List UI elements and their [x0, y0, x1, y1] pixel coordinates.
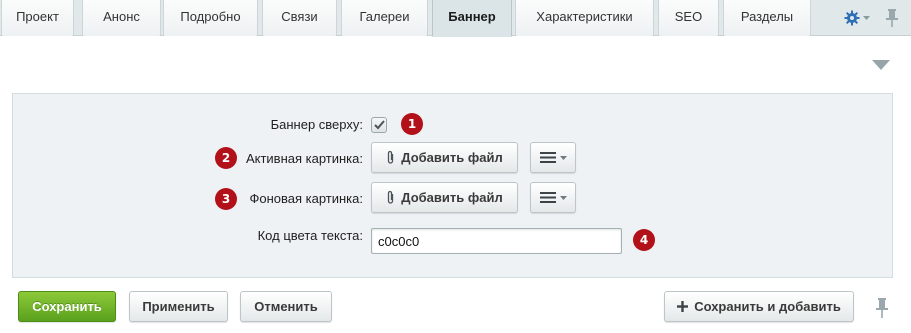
save-and-add-button[interactable]: Сохранить и добавить	[664, 291, 854, 322]
chevron-down-icon	[863, 16, 870, 20]
chevron-down-icon	[559, 155, 567, 160]
text-color-label: Код цвета текста:	[257, 228, 363, 243]
background-image-label: Фоновая картинка:	[249, 191, 363, 206]
checkmark-icon	[373, 120, 385, 130]
pin-icon[interactable]	[874, 297, 890, 319]
chevron-down-icon	[559, 195, 567, 200]
tab-banner[interactable]: Баннер	[432, 0, 512, 37]
menu-icon	[539, 152, 556, 163]
banner-top-label: Баннер сверху:	[270, 117, 363, 132]
text-color-input[interactable]	[371, 228, 622, 254]
paperclip-icon	[388, 190, 394, 204]
tab-characteristics[interactable]: Характеристики	[515, 0, 654, 36]
tab-announce[interactable]: Анонс	[82, 0, 161, 36]
hint-badge-4: 4	[633, 229, 655, 251]
banner-top-checkbox[interactable]	[371, 117, 387, 133]
cancel-button[interactable]: Отменить	[240, 291, 332, 322]
paperclip-icon	[388, 150, 394, 164]
collapse-triangle-icon[interactable]	[872, 60, 890, 70]
apply-button[interactable]: Применить	[129, 291, 228, 322]
save-button[interactable]: Сохранить	[18, 291, 116, 322]
tab-seo[interactable]: SEO	[658, 0, 719, 36]
tab-galleries[interactable]: Галереи	[341, 0, 428, 36]
apply-button-label: Применить	[142, 299, 215, 314]
active-image-add-file-label: Добавить файл	[401, 150, 503, 165]
tabs-bar: Проект Анонс Подробно Связи Галереи Банн…	[0, 0, 911, 37]
hint-badge-1: 1	[401, 113, 423, 135]
active-image-label: Активная картинка:	[245, 151, 363, 166]
save-button-label: Сохранить	[32, 299, 102, 314]
active-image-menu-button[interactable]	[530, 142, 576, 173]
tab-settings-button[interactable]	[839, 6, 875, 30]
background-image-add-file-button[interactable]: Добавить файл	[371, 182, 518, 213]
hint-badge-2: 2	[215, 147, 237, 169]
tab-details[interactable]: Подробно	[163, 0, 258, 36]
hint-badge-3: 3	[215, 188, 237, 210]
tab-sections[interactable]: Разделы	[723, 0, 811, 36]
cancel-button-label: Отменить	[254, 299, 318, 314]
gear-icon	[844, 10, 860, 26]
save-and-add-button-label: Сохранить и добавить	[694, 299, 841, 314]
pin-icon[interactable]	[884, 8, 900, 28]
tab-links[interactable]: Связи	[262, 0, 337, 36]
tab-project[interactable]: Проект	[1, 0, 74, 36]
menu-icon	[539, 192, 556, 203]
background-image-add-file-label: Добавить файл	[401, 190, 503, 205]
background-image-menu-button[interactable]	[530, 182, 576, 213]
active-image-add-file-button[interactable]: Добавить файл	[371, 142, 518, 173]
plus-icon	[677, 301, 689, 312]
